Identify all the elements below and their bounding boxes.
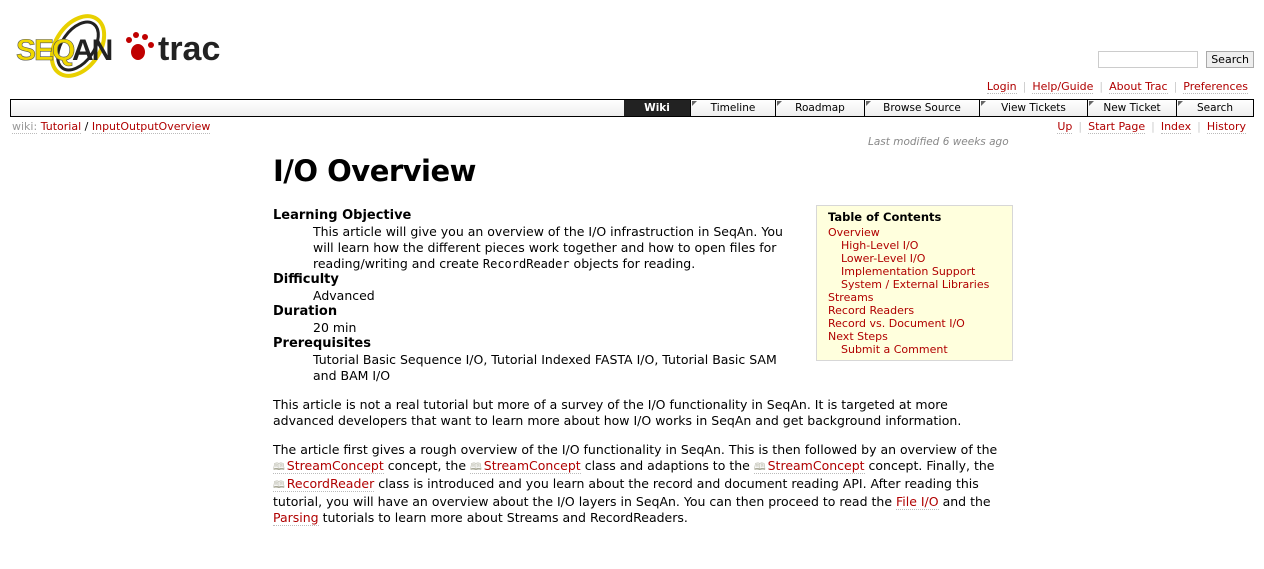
toc-entry: High-Level I/O	[828, 239, 1004, 252]
nav-roadmap[interactable]: Roadmap	[775, 100, 864, 116]
meta-term: Difficulty	[273, 272, 339, 287]
meta-value: Tutorial Basic Sequence I/O, Tutorial In…	[313, 352, 777, 383]
svg-text:AN: AN	[72, 34, 112, 67]
toc-entry: System / External Libraries	[828, 278, 1004, 291]
toc-item[interactable]: Record Readers	[828, 304, 914, 317]
main-nav: Wiki Timeline Roadmap Browse Source View…	[10, 99, 1254, 117]
last-modified[interactable]: Last modified 6 weeks ago	[868, 136, 1009, 148]
search-form: Search	[1098, 51, 1254, 68]
toc-entry: Record vs. Document I/O	[828, 317, 1004, 330]
streamconcept-link[interactable]: StreamConcept	[753, 458, 865, 474]
table-of-contents: Table of Contents Overview High-Level I/O…	[816, 205, 1013, 361]
context-nav: Up | Start Page | Index | History	[1057, 120, 1246, 134]
toc-entry: Streams	[828, 291, 1004, 304]
toc-item[interactable]: Submit a Comment	[841, 343, 948, 356]
file-io-link[interactable]: File I/O	[895, 494, 939, 510]
toc-entry: Overview	[828, 226, 1004, 239]
login-link[interactable]: Login	[986, 80, 1017, 94]
toc-entry: Submit a Comment	[828, 343, 1004, 356]
toc-item[interactable]: Streams	[828, 291, 874, 304]
history-link[interactable]: History	[1206, 120, 1246, 134]
meta-value: This article will give you an overview o…	[313, 224, 783, 271]
meta-term: Learning Objective	[273, 208, 412, 223]
parsing-link[interactable]: Parsing	[273, 510, 319, 526]
index-link[interactable]: Index	[1160, 120, 1192, 134]
toc-entry: Next Steps	[828, 330, 1004, 343]
breadcrumb-tutorial[interactable]: Tutorial	[40, 120, 82, 134]
toc-entry: Lower-Level I/O	[828, 252, 1004, 265]
streamconcept-link[interactable]: StreamConcept	[469, 458, 581, 474]
toc-item[interactable]: Lower-Level I/O	[841, 252, 925, 265]
meta-value: 20 min	[313, 320, 357, 335]
nav-new-ticket[interactable]: New Ticket	[1087, 100, 1176, 116]
meta-term: Prerequisites	[273, 336, 371, 351]
help-guide-link[interactable]: Help/Guide	[1032, 80, 1094, 94]
svg-text:trac: trac	[158, 30, 220, 68]
streamconcept-link[interactable]: StreamConcept	[273, 458, 384, 474]
toc-item[interactable]: System / External Libraries	[841, 278, 989, 291]
toc-entry: Implementation Support	[828, 265, 1004, 278]
nav-timeline[interactable]: Timeline	[690, 100, 775, 116]
preferences-link[interactable]: Preferences	[1183, 80, 1248, 94]
nav-view-tickets[interactable]: View Tickets	[979, 100, 1087, 116]
paragraph: This article is not a real tutorial but …	[273, 397, 962, 428]
svg-text:SEQ: SEQ	[16, 34, 75, 67]
tutorial-meta: Learning Objective This article will giv…	[273, 208, 803, 384]
meta-nav: Login | Help/Guide | About Trac | Preferenc…	[986, 80, 1248, 94]
breadcrumb: wiki: Tutorial / InputOutputOverview	[12, 120, 211, 134]
toc-title: Table of Contents	[828, 210, 942, 224]
breadcrumb-label: wiki:	[12, 120, 38, 134]
paragraph: The article first gives a rough overview…	[273, 442, 1009, 526]
search-button[interactable]: Search	[1206, 51, 1254, 68]
toc-item[interactable]: Implementation Support	[841, 265, 975, 278]
search-input[interactable]	[1098, 51, 1199, 68]
meta-term: Duration	[273, 304, 338, 319]
recordreader-link[interactable]: RecordReader	[273, 476, 375, 492]
nav-search[interactable]: Search	[1176, 100, 1253, 116]
about-trac-link[interactable]: About Trac	[1109, 80, 1168, 94]
meta-value: Advanced	[313, 288, 375, 303]
toc-item[interactable]: Record vs. Document I/O	[828, 317, 965, 330]
toc-item[interactable]: High-Level I/O	[841, 239, 918, 252]
up-link[interactable]: Up	[1057, 120, 1073, 134]
toc-entry: Record Readers	[828, 304, 1004, 317]
nav-browse-source[interactable]: Browse Source	[864, 100, 979, 116]
toc-item[interactable]: Next Steps	[828, 330, 888, 343]
seqan-trac-logo[interactable]: SEQ AN trac	[14, 10, 226, 82]
nav-wiki[interactable]: Wiki	[624, 100, 690, 116]
breadcrumb-separator: /	[84, 120, 89, 133]
start-page-link[interactable]: Start Page	[1088, 120, 1146, 134]
page-title: I/O Overview	[273, 154, 476, 188]
toc-item[interactable]: Overview	[828, 226, 880, 239]
breadcrumb-inputoutputoverview[interactable]: InputOutputOverview	[91, 120, 211, 134]
